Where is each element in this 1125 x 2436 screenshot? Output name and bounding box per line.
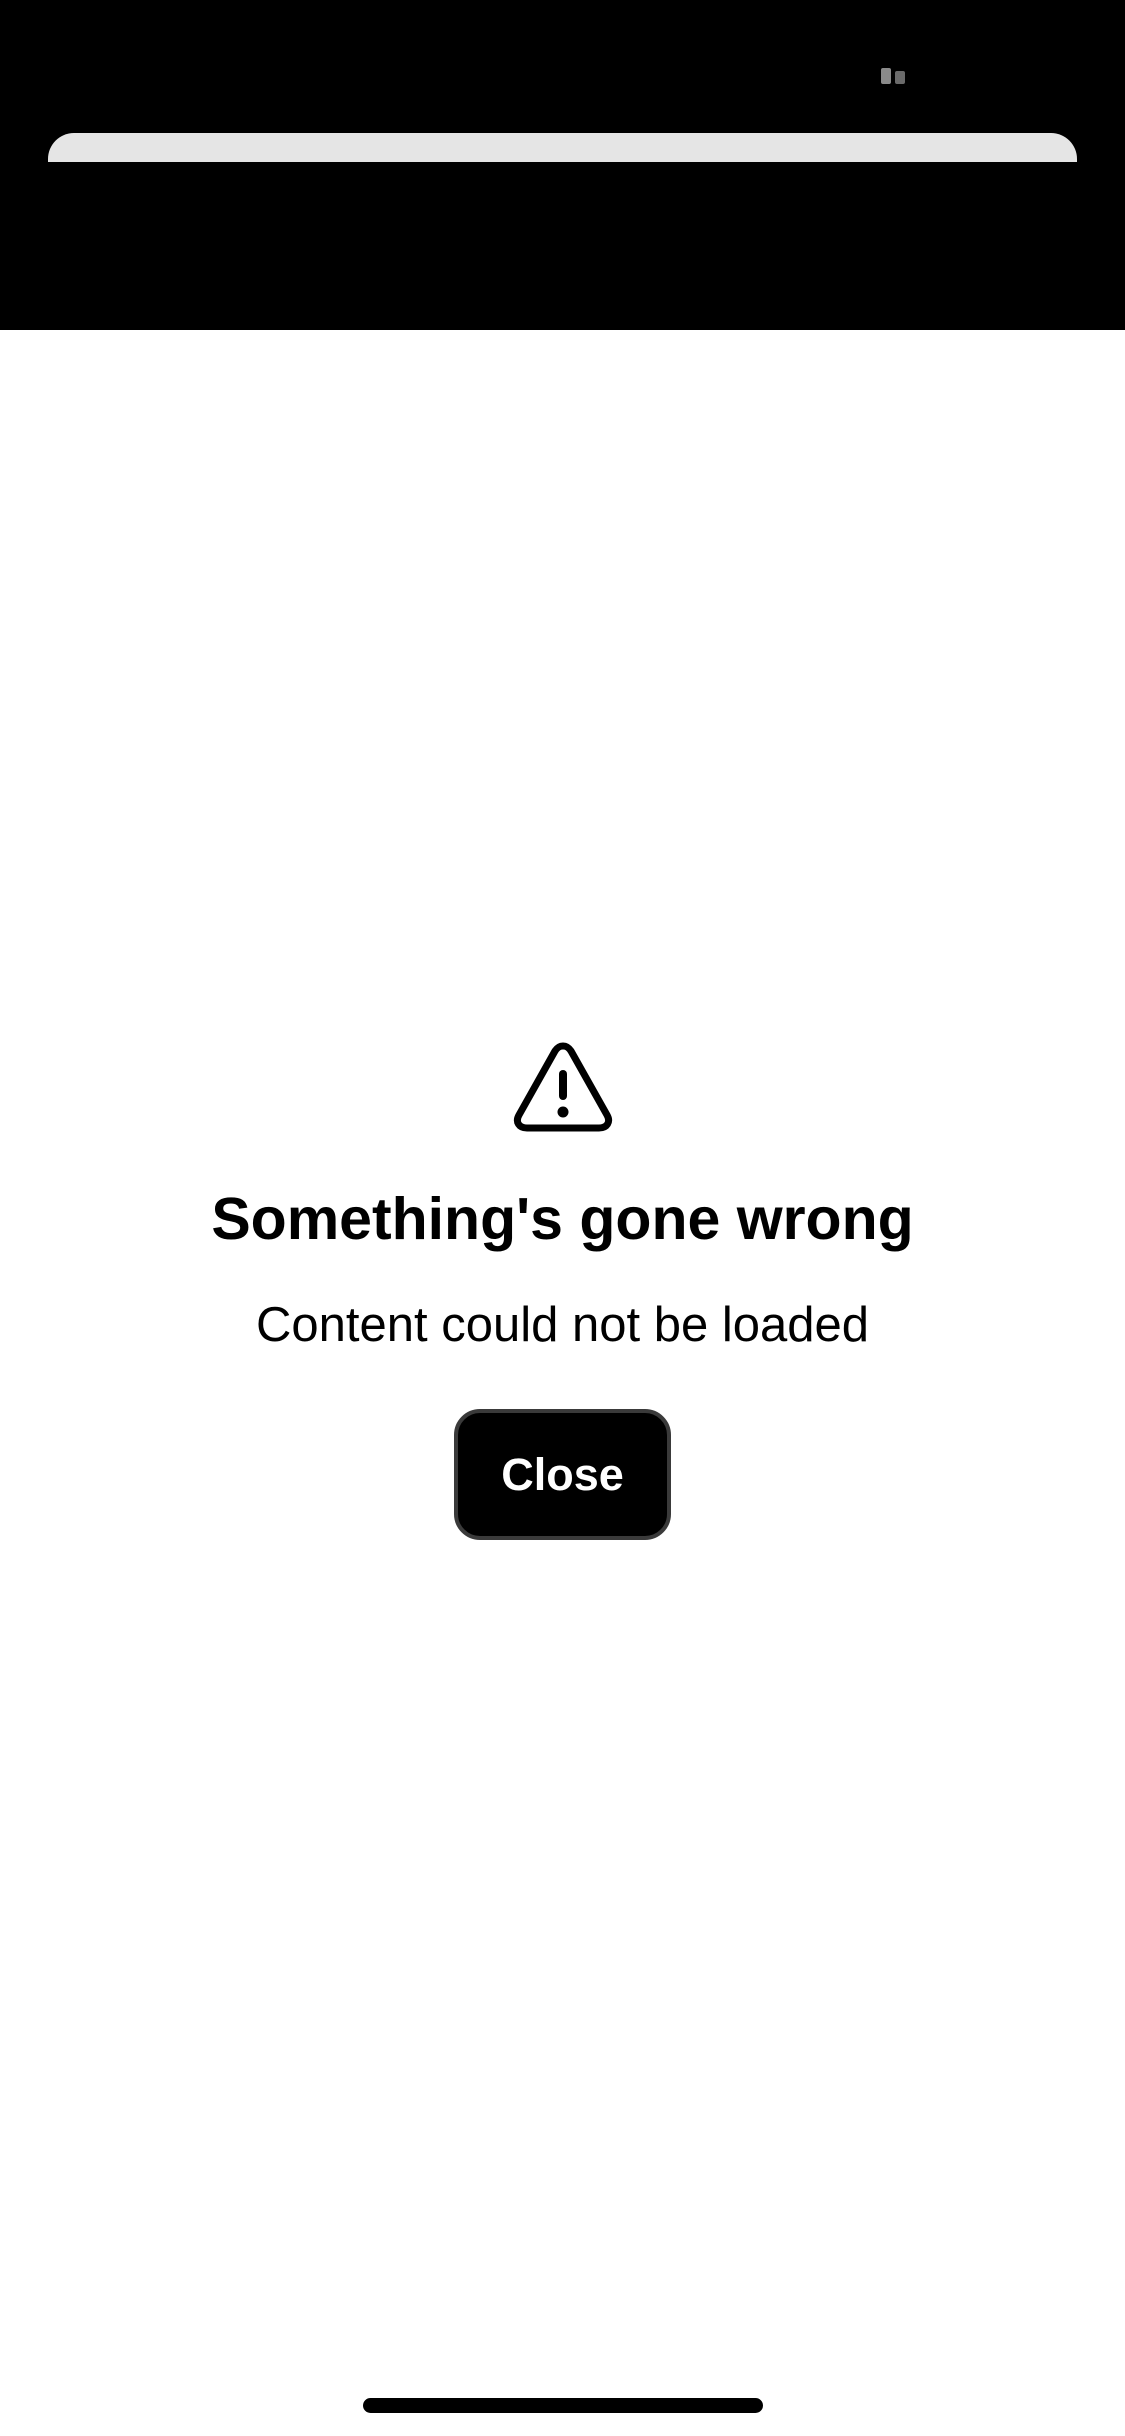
warning-triangle-icon — [513, 1042, 612, 1132]
close-button[interactable]: Close — [454, 1409, 671, 1540]
error-screen: Something's gone wrong Content could not… — [0, 0, 1125, 2436]
sheet-header[interactable] — [48, 133, 1077, 162]
home-indicator[interactable] — [363, 2398, 763, 2413]
error-message: Content could not be loaded — [256, 1298, 869, 1352]
error-panel: Something's gone wrong Content could not… — [0, 1040, 1125, 1540]
status-dot — [895, 71, 905, 84]
top-bar — [0, 0, 1125, 330]
status-dots-icon — [881, 68, 907, 86]
status-dot — [881, 68, 891, 84]
error-title: Something's gone wrong — [211, 1186, 914, 1252]
